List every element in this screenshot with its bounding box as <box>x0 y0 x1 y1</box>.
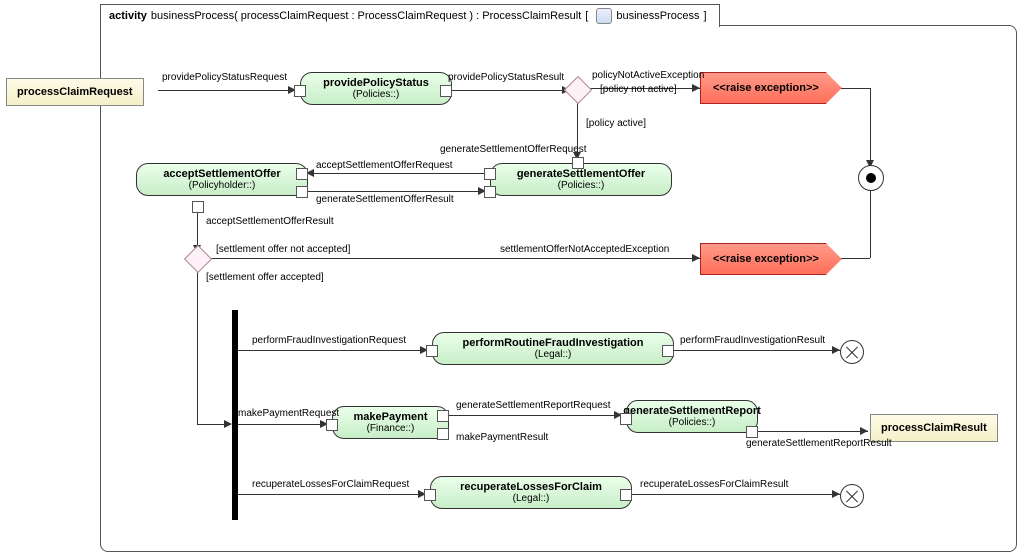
frame-keyword: activity <box>109 10 147 22</box>
edge-label: providePolicyStatusRequest <box>162 72 287 83</box>
action-name: makePayment <box>354 411 428 423</box>
edge-label: settlementOfferNotAcceptedException <box>500 244 669 255</box>
obj-label: processClaimRequest <box>17 86 133 98</box>
edge <box>838 258 870 259</box>
activity-final[interactable] <box>858 165 884 191</box>
edge-label: providePolicyStatusResult <box>448 72 564 83</box>
frame-sep: [ <box>585 10 588 22</box>
arrowhead-icon <box>224 420 232 428</box>
edge-label: acceptSettlementOfferRequest <box>316 160 453 171</box>
arrowhead-icon <box>832 346 840 354</box>
action-accept-settlement-offer[interactable]: acceptSettlementOffer (Policyholder::) <box>136 163 308 196</box>
action-name: performRoutineFraudInvestigation <box>463 337 644 349</box>
edge-label: performFraudInvestigationRequest <box>252 335 406 346</box>
pin-in <box>426 345 438 357</box>
pin-out <box>746 426 758 438</box>
pin-out <box>662 345 674 357</box>
pin-in <box>296 168 308 180</box>
edge <box>447 415 622 416</box>
action-provide-policy-status[interactable]: providePolicyStatus (Policies::) <box>300 72 452 105</box>
pin-out2 <box>437 428 449 440</box>
arrowhead-icon <box>692 254 700 262</box>
edge <box>838 88 870 89</box>
exception-label: <<raise exception>> <box>713 82 819 94</box>
flow-final-recuperate[interactable] <box>840 484 864 508</box>
edge <box>306 173 486 174</box>
activity-frame-header: activity businessProcess( processClaimRe… <box>100 4 720 27</box>
edge-label: generateSettlementReportResult <box>746 438 892 449</box>
pin-out <box>440 85 452 97</box>
pin-in2 <box>484 186 496 198</box>
edge <box>756 431 868 432</box>
action-name: acceptSettlementOffer <box>163 168 280 180</box>
action-namespace: (Policies::) <box>558 180 605 191</box>
action-perform-fraud-investigation[interactable]: performRoutineFraudInvestigation (Legal:… <box>432 332 674 365</box>
edge <box>238 350 428 351</box>
pin-in <box>294 85 306 97</box>
edge <box>158 90 296 91</box>
action-name: providePolicyStatus <box>323 77 429 89</box>
edge-guard: [settlement offer accepted] <box>206 272 324 283</box>
frame-signature: businessProcess( processClaimRequest : P… <box>151 10 581 22</box>
edge-label: recuperateLossesForClaimRequest <box>252 479 409 490</box>
diagram-icon <box>596 8 612 24</box>
action-namespace: (Policies::) <box>353 89 400 100</box>
edge-label: acceptSettlementOfferResult <box>206 216 334 227</box>
edge-label: makePaymentRequest <box>238 408 339 419</box>
edge <box>630 494 840 495</box>
frame-sep-close: ] <box>704 10 707 22</box>
action-make-payment[interactable]: makePayment (Finance::) <box>332 406 449 439</box>
exception-offer-not-accepted[interactable]: <<raise exception>> <box>700 243 842 275</box>
pin-out <box>437 410 449 422</box>
exception-label: <<raise exception>> <box>713 253 819 265</box>
edge-label: generateSettlementOfferResult <box>316 194 454 205</box>
action-name: generateSettlementReport <box>623 405 761 417</box>
edge <box>450 90 570 91</box>
action-namespace: (Legal::) <box>513 493 550 504</box>
edge <box>870 88 871 166</box>
pin-out <box>620 489 632 501</box>
pin-out <box>296 186 308 198</box>
arrowhead-icon <box>860 427 868 435</box>
obj-label: processClaimResult <box>881 422 987 434</box>
edge <box>672 350 840 351</box>
edge-label: generateSettlementReportRequest <box>456 400 611 411</box>
arrowhead-icon <box>692 84 700 92</box>
flow-final-fraud[interactable] <box>840 340 864 364</box>
edge <box>238 494 426 495</box>
exception-policy-not-active[interactable]: <<raise exception>> <box>700 72 842 104</box>
edge-label: performFraudInvestigationResult <box>680 335 825 346</box>
arrowhead-icon <box>832 490 840 498</box>
pin-in <box>620 413 632 425</box>
edge <box>208 258 700 259</box>
pin-in <box>424 489 436 501</box>
pin-in <box>326 419 338 431</box>
edge-label: recuperateLossesForClaimResult <box>640 479 788 490</box>
action-namespace: (Policies::) <box>669 417 716 428</box>
activity-diagram-canvas: activity businessProcess( processClaimRe… <box>0 0 1024 555</box>
pin-out-down <box>192 201 204 213</box>
frame-tab-label: businessProcess <box>616 10 699 22</box>
action-namespace: (Finance::) <box>367 423 415 434</box>
action-name: generateSettlementOffer <box>517 168 645 180</box>
edge <box>197 269 198 424</box>
action-name: recuperateLossesForClaim <box>460 481 602 493</box>
action-recuperate-losses[interactable]: recuperateLossesForClaim (Legal::) <box>430 476 632 509</box>
pin-out <box>484 168 496 180</box>
pin-in <box>572 157 584 169</box>
action-namespace: (Legal::) <box>535 349 572 360</box>
edge <box>870 190 871 258</box>
dot-icon <box>866 173 876 183</box>
edge-label: generateSettlementOfferRequest <box>440 144 587 155</box>
edge-guard: [settlement offer not accepted] <box>216 244 350 255</box>
action-generate-settlement-report[interactable]: generateSettlementReport (Policies::) <box>626 400 758 433</box>
edge-label: policyNotActiveException <box>592 70 704 81</box>
edge <box>238 424 328 425</box>
action-namespace: (Policyholder::) <box>189 180 256 191</box>
edge-guard: [policy active] <box>586 118 646 129</box>
edge-label: makePaymentResult <box>456 432 548 443</box>
obj-process-claim-request[interactable]: processClaimRequest <box>6 78 144 106</box>
edge-guard: [policy not active] <box>600 84 677 95</box>
edge <box>306 191 486 192</box>
